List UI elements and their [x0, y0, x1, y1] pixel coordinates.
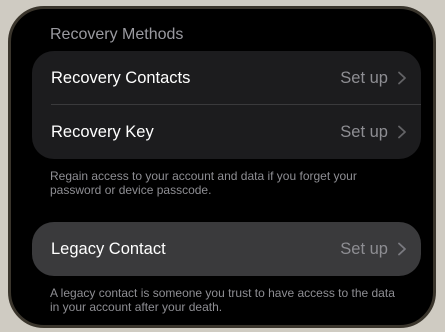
legacy-contact-label: Legacy Contact	[51, 239, 166, 258]
chevron-right-icon	[398, 242, 406, 256]
legacy-contact-group: Legacy Contact Set up	[32, 222, 421, 276]
recovery-key-row[interactable]: Recovery Key Set up	[32, 105, 421, 159]
chevron-right-icon	[398, 71, 406, 85]
recovery-contacts-row[interactable]: Recovery Contacts Set up	[32, 51, 421, 105]
device-screen: Recovery Methods Recovery Contacts Set u…	[8, 6, 436, 328]
recovery-contacts-value: Set up	[340, 68, 388, 87]
recovery-key-label: Recovery Key	[51, 122, 154, 141]
recovery-contacts-label: Recovery Contacts	[51, 68, 191, 87]
section-title-recovery-methods: Recovery Methods	[50, 26, 184, 43]
legacy-contact-row[interactable]: Legacy Contact Set up	[32, 222, 421, 276]
recovery-key-value: Set up	[340, 122, 388, 141]
recovery-methods-footnote: Regain access to your account and data i…	[50, 169, 357, 197]
legacy-contact-footnote: A legacy contact is someone you trust to…	[50, 286, 395, 314]
recovery-methods-group: Recovery Contacts Set up Recovery Key Se…	[32, 51, 421, 159]
legacy-contact-value: Set up	[340, 239, 388, 258]
chevron-right-icon	[398, 125, 406, 139]
